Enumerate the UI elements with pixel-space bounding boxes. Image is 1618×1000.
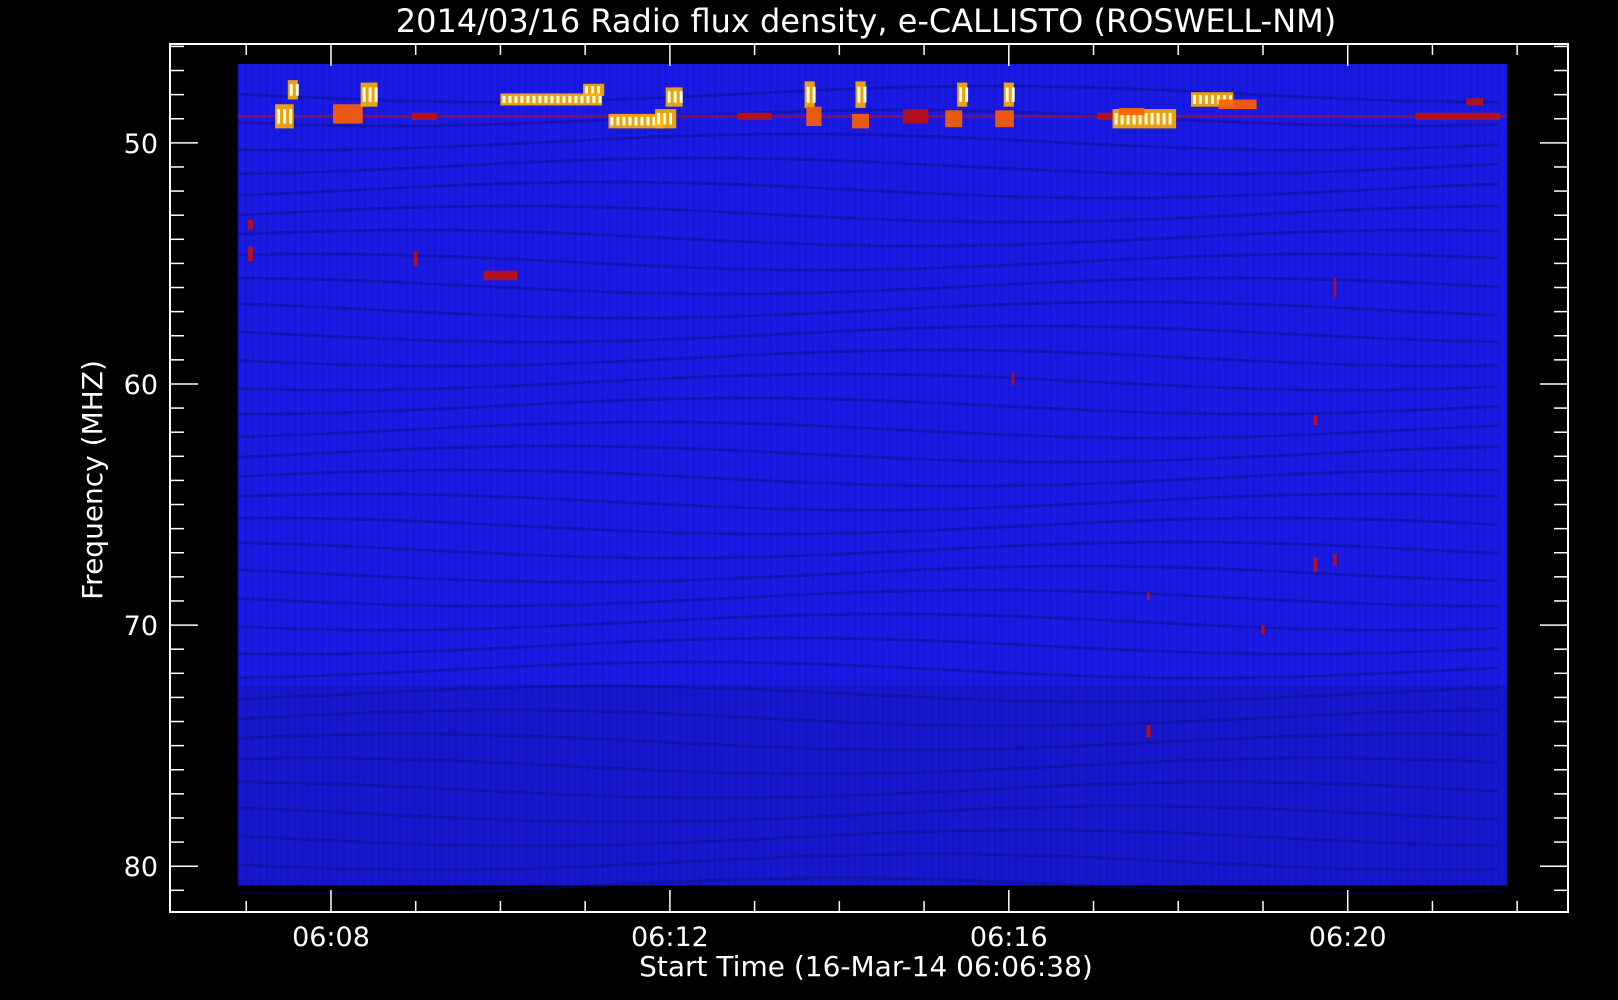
burst-core [679,91,683,103]
burst-core [1198,95,1202,104]
burst-core [673,91,677,103]
burst-core [289,84,293,96]
burst-core [538,95,542,104]
burst-mark [1333,277,1337,298]
y-axis-label: Frequency (MHZ) [76,360,109,600]
burst-core [568,95,572,104]
burst-core [368,87,372,102]
burst-core [592,95,596,104]
burst-core [502,95,506,104]
burst-core [556,95,560,104]
burst-mark [1261,625,1265,635]
burst-core [812,86,816,103]
burst-mark [1313,557,1318,573]
x-axis-label: Start Time (16-Mar-14 06:06:38) [639,950,1093,983]
burst-core [591,86,595,94]
burst-mark [1218,99,1257,110]
y-tick-label: 50 [124,129,158,160]
burst-core [616,116,620,126]
burst-core [283,109,287,124]
burst-core [1162,112,1166,125]
burst-core [550,95,554,104]
y-tick-label: 70 [124,611,158,642]
burst-core [277,109,281,124]
burst-mark [806,106,822,126]
burst-core [1204,95,1208,104]
burst-core [806,86,810,103]
burst-core [1156,112,1160,125]
spectrogram-chart: 2014/03/16 Radio flux density, e-CALLIST… [0,0,1618,1000]
burst-mark [333,104,363,124]
burst-mark [995,110,1014,128]
burst-mark [414,251,418,266]
heatmap-low-band [237,685,1507,886]
burst-mark [411,112,437,120]
burst-core [610,116,614,126]
burst-core [646,116,650,126]
burst-core [667,91,671,103]
burst-mark [1146,725,1151,738]
burst-core [1150,112,1154,125]
burst-core [1005,87,1009,102]
burst-core [520,95,524,104]
burst-core [1144,112,1148,125]
x-tick-label: 06:16 [970,922,1048,953]
burst-core [374,87,378,102]
burst-core [289,109,293,124]
burst-mark [1146,592,1151,600]
burst-core [1210,95,1214,104]
burst-core [562,95,566,104]
burst-mark [1415,112,1501,120]
burst-core [580,95,584,104]
burst-mark [247,246,254,261]
burst-core [574,95,578,104]
burst-core [597,86,601,94]
burst-core [959,87,963,102]
burst-core [295,84,299,96]
burst-core [544,95,548,104]
x-tick-label: 06:12 [631,922,709,953]
burst-core [640,116,644,126]
burst-core [634,116,638,126]
burst-core [857,86,861,103]
burst-core [586,95,590,104]
burst-mark [737,112,772,120]
burst-core [532,95,536,104]
burst-core [628,116,632,126]
burst-core [663,112,667,125]
burst-mark [1011,373,1015,386]
heatmap-layer [237,64,1507,896]
y-tick-label: 80 [124,852,158,883]
burst-mark [1118,107,1145,116]
burst-core [1192,95,1196,104]
x-tick-label: 06:08 [292,922,370,953]
burst-core [1011,87,1015,102]
burst-core [863,86,867,103]
burst-core [1114,112,1118,125]
burst-core [362,87,366,102]
burst-mark [483,270,518,281]
chart-title: 2014/03/16 Radio flux density, e-CALLIST… [396,2,1336,40]
burst-mark [1313,415,1318,425]
x-tick-label: 06:20 [1309,922,1387,953]
burst-mark [247,220,254,230]
burst-core [652,116,656,126]
burst-core [585,86,589,94]
burst-core [622,116,626,126]
burst-core [669,112,673,125]
burst-mark [902,109,929,124]
burst-mark [1333,553,1337,567]
burst-core [598,95,602,104]
burst-mark [1466,98,1484,106]
burst-core [514,95,518,104]
burst-mark [852,113,869,129]
burst-core [1168,112,1172,125]
burst-core [965,87,969,102]
y-tick-label: 60 [124,370,158,401]
burst-mark [945,110,963,128]
burst-core [657,112,661,125]
burst-core [526,95,530,104]
burst-core [508,95,512,104]
